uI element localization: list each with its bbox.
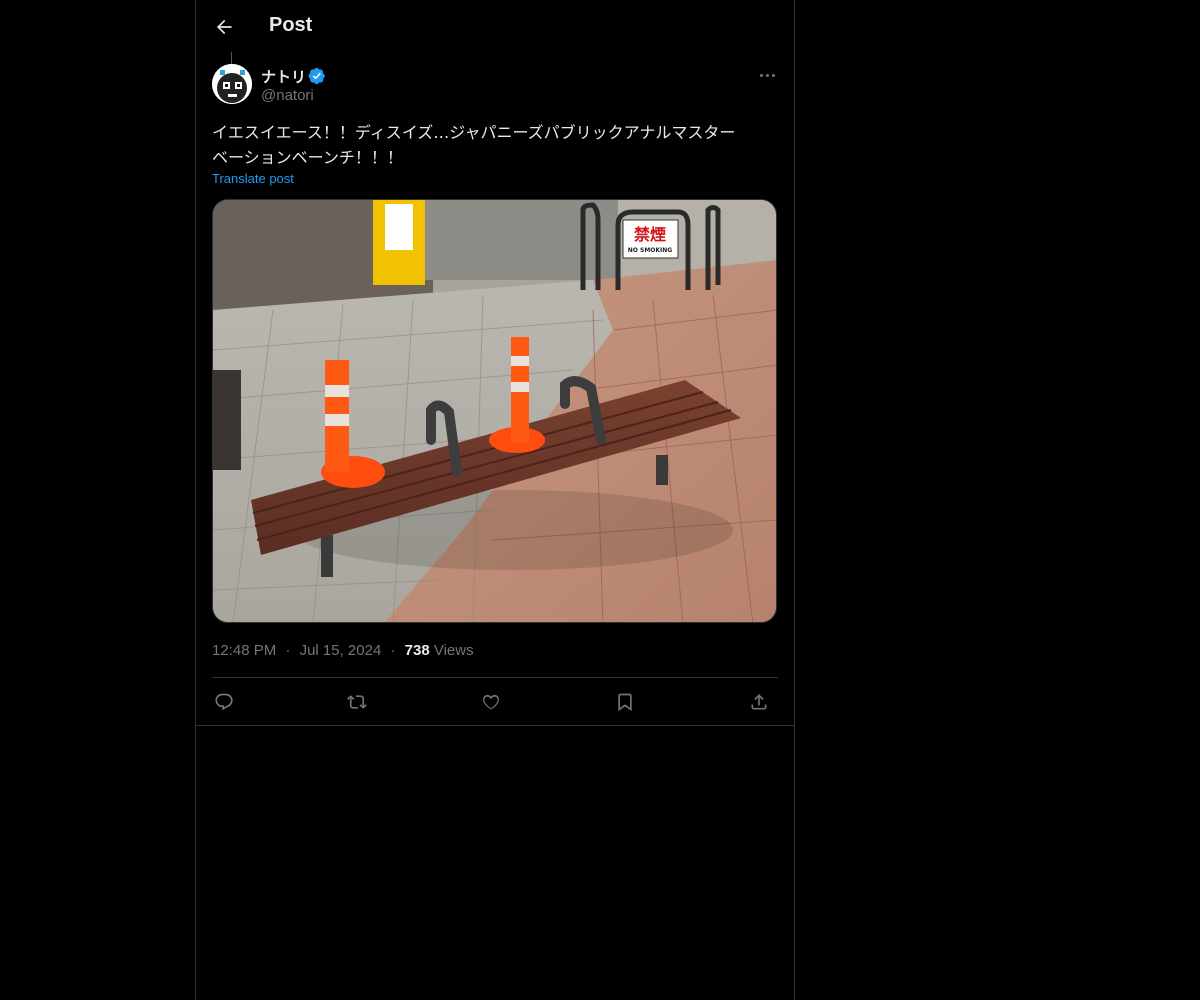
post-meta: 12:48 PM · Jul 15, 2024 · 738 Views (212, 642, 474, 659)
avatar[interactable] (212, 64, 252, 104)
back-button[interactable] (211, 14, 237, 40)
reply-icon (215, 693, 233, 711)
post-text-line: イエスイエース！！ディスイズ…ジャパニーズパブリックアナルマスター (212, 123, 736, 142)
more-options-button[interactable] (756, 64, 780, 86)
repost-button[interactable] (345, 690, 369, 714)
post-date[interactable]: Jul 15, 2024 (300, 642, 382, 659)
no-smoking-text: NO SMOKING (628, 247, 673, 254)
bookmark-icon (618, 693, 632, 712)
meta-separator: · (285, 642, 291, 659)
post-header: Post (196, 0, 794, 53)
translate-post-link[interactable]: Translate post (212, 171, 294, 186)
post-column: Post ナトリ @natori イエスイエース！！ディスイズ…ジャパニーズパブ… (195, 0, 795, 1000)
author-name[interactable]: ナトリ (261, 66, 306, 87)
author-handle[interactable]: @natori (261, 87, 314, 104)
more-dot-icon (760, 74, 763, 77)
thread-line (231, 52, 232, 64)
repost-icon (347, 695, 367, 709)
reply-button[interactable] (212, 690, 236, 714)
share-icon (751, 694, 767, 710)
action-bar (212, 688, 778, 716)
post-text: イエスイエース！！ディスイズ…ジャパニーズパブリックアナルマスター ベーションベ… (212, 120, 782, 170)
avatar-image (212, 64, 252, 104)
verified-badge-icon (308, 67, 325, 85)
bench-photo: 禁煙 NO SMOKING (213, 200, 776, 622)
views-label: Views (433, 642, 474, 659)
like-icon (483, 694, 499, 710)
bookmark-button[interactable] (613, 690, 637, 714)
page-title: Post (269, 14, 313, 36)
share-button[interactable] (747, 690, 771, 714)
more-dot-icon (772, 74, 775, 77)
like-button[interactable] (479, 690, 503, 714)
post-image[interactable]: 禁煙 NO SMOKING (212, 199, 777, 623)
divider (212, 677, 778, 678)
back-arrow-icon (217, 19, 232, 35)
meta-separator: · (390, 642, 396, 659)
views-count: 738 (404, 642, 430, 659)
divider (196, 725, 794, 726)
post-time[interactable]: 12:48 PM (212, 642, 276, 659)
post-text-line: ベーションベーンチ！！！ (212, 148, 403, 167)
no-smoking-kanji: 禁煙 (634, 225, 666, 244)
more-dot-icon (766, 74, 769, 77)
